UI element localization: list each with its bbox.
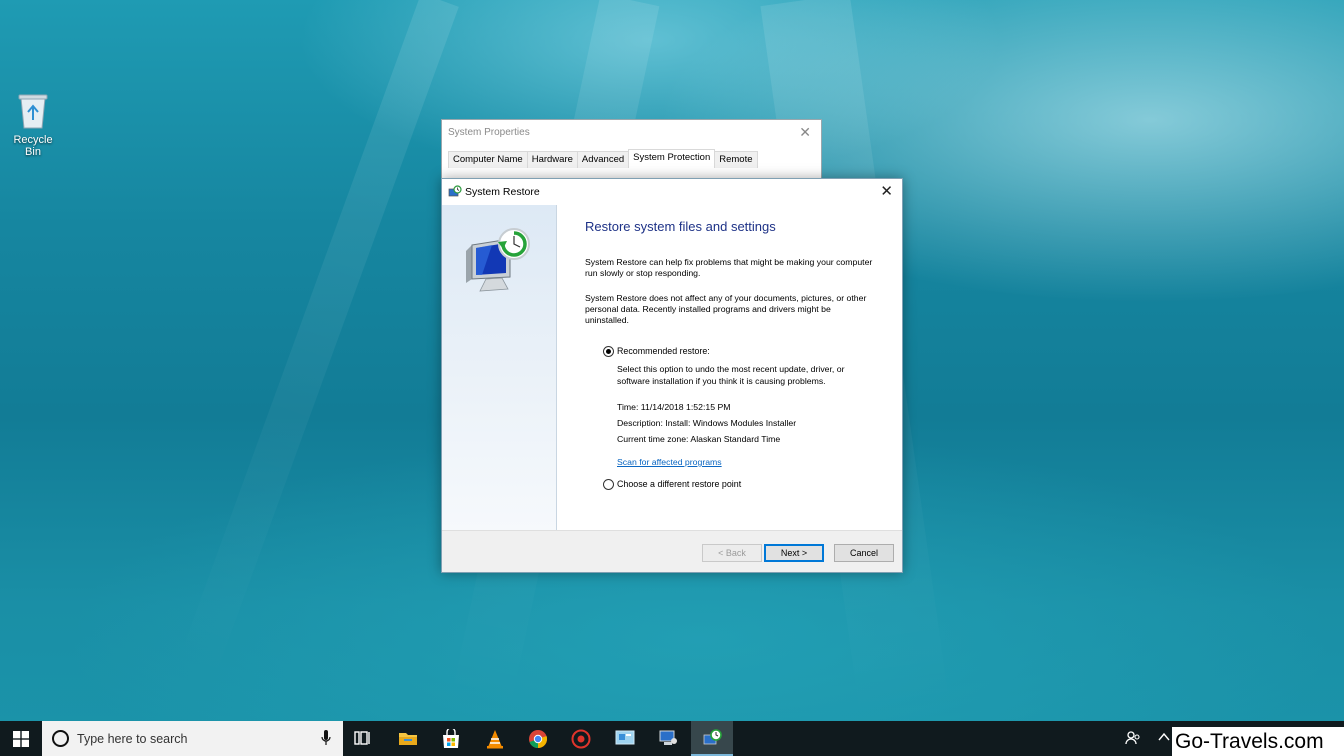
recycle-bin-icon [16,92,50,130]
tab-computer-name[interactable]: Computer Name [448,151,528,168]
next-button[interactable]: Next > [764,544,824,562]
different-restore-label[interactable]: Choose a different restore point [617,479,875,489]
file-explorer-icon [399,733,417,745]
cortana-icon [52,730,69,747]
app-red-icon [571,729,591,749]
vlc-icon [487,730,503,749]
search-placeholder: Type here to search [77,732,188,746]
page-title: Restore system files and settings [585,219,776,234]
recycle-bin[interactable]: Recycle Bin [4,92,62,158]
file-explorer-button[interactable] [387,721,429,756]
microphone-icon[interactable] [321,730,331,746]
chrome-button[interactable] [517,721,559,756]
tab-remote[interactable]: Remote [714,151,758,168]
dialog-sidebar [442,205,557,532]
different-restore-radio[interactable] [603,479,614,491]
search-box[interactable]: Type here to search [42,721,343,756]
recommended-restore-label[interactable]: Recommended restore: [617,346,875,356]
vlc-button[interactable] [474,721,516,756]
dialog-titlebar[interactable]: System Restore ✕ [442,179,902,205]
system-properties-title: System Properties [448,127,530,138]
scan-affected-programs-link[interactable]: Scan for affected programs [617,457,875,467]
taskbar: Type here to search [0,721,1344,756]
recommended-restore-description: Select this option to undo the most rece… [617,364,845,386]
recommended-restore-option[interactable]: Recommended restore: Select this option … [603,346,875,467]
control-panel-button[interactable] [604,721,646,756]
dialog-content: Restore system files and settings System… [585,205,875,491]
dialog-title: System Restore [465,186,540,198]
wallpaper-ray [174,0,459,684]
system-restore-icon [703,729,722,745]
computer-restore-icon [466,228,530,292]
control-panel-icon [615,730,635,745]
task-view-button[interactable] [343,721,385,756]
system-icon [659,730,677,745]
watermark: Go-Travels.com [1172,727,1344,756]
system-button[interactable] [647,721,689,756]
dialog-footer: < Back Next > Cancel [442,530,902,572]
recommended-restore-radio[interactable] [603,346,614,358]
start-button[interactable] [0,721,42,756]
windows-start-icon [13,731,29,747]
back-button[interactable]: < Back [702,544,762,562]
system-restore-button[interactable] [691,721,733,756]
intro-paragraph: System Restore can help fix problems tha… [585,257,873,279]
close-icon[interactable]: ✕ [799,124,811,141]
people-icon[interactable] [1125,730,1141,749]
system-properties-tabs: Computer Name Hardware Advanced System P… [448,149,758,168]
close-icon[interactable]: ✕ [880,182,893,200]
cancel-button[interactable]: Cancel [834,544,894,562]
restore-description: Description: Install: Windows Modules In… [617,418,797,429]
red-app-button[interactable] [560,721,602,756]
tab-advanced[interactable]: Advanced [576,151,630,168]
system-restore-icon [448,185,462,197]
restore-timezone: Current time zone: Alaskan Standard Time [617,434,781,445]
tab-system-protection[interactable]: System Protection [628,149,716,168]
recycle-bin-label: Recycle Bin [13,134,53,158]
info-paragraph: System Restore does not affect any of yo… [585,292,867,326]
store-icon [443,729,459,748]
chevron-up-icon[interactable] [1157,730,1171,747]
system-restore-dialog: System Restore ✕ Restore system files an… [441,178,903,573]
restore-time: Time: 11/14/2018 1:52:15 PM [617,402,731,413]
task-view-icon [354,731,370,745]
tab-hardware[interactable]: Hardware [526,151,578,168]
chrome-icon [529,730,548,748]
store-button[interactable] [430,721,472,756]
different-restore-option[interactable]: Choose a different restore point [603,479,875,491]
